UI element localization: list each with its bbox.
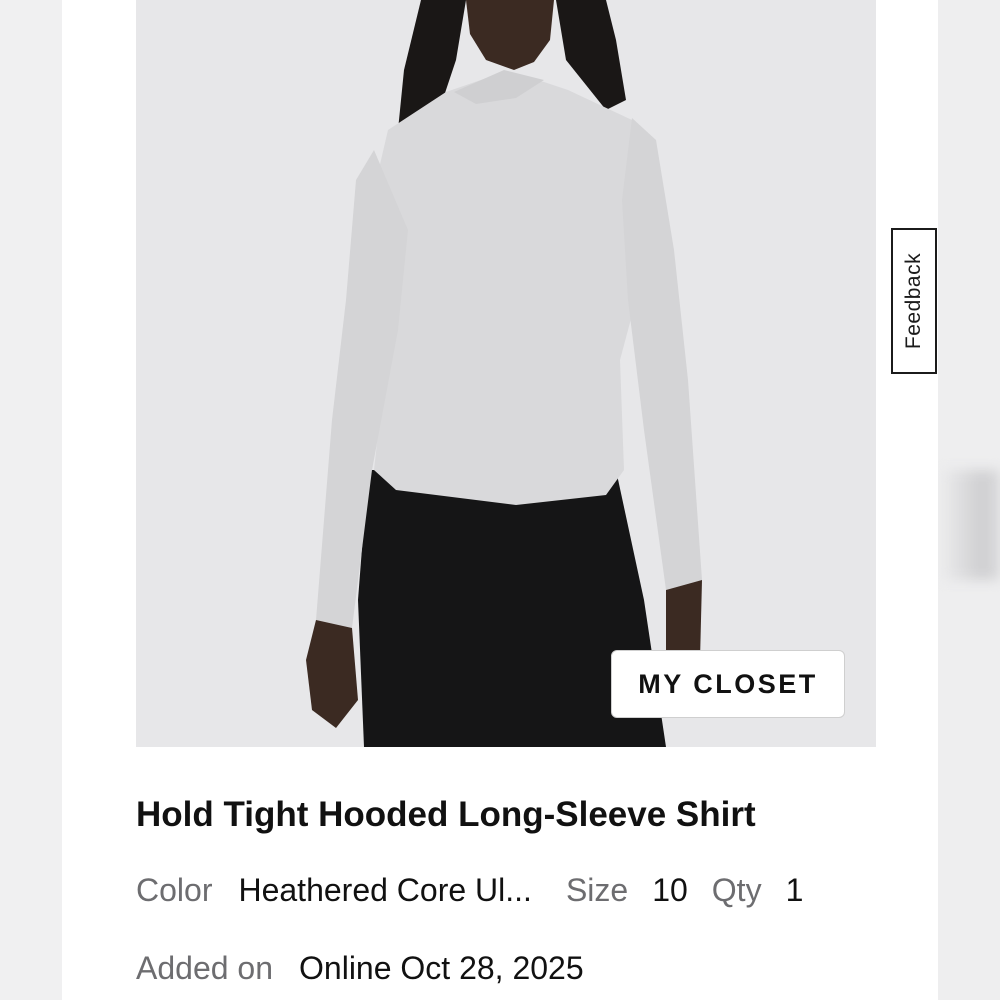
product-card[interactable]: MY CLOSET Feedback Hold Tight Hooded Lon… bbox=[62, 0, 938, 1000]
adjacent-card-shadow bbox=[938, 470, 1000, 580]
color-value: Heathered Core Ul... bbox=[238, 871, 532, 908]
product-meta-row: Color Heathered Core Ul... Size 10 Qty 1 bbox=[136, 870, 803, 910]
size-label: Size bbox=[565, 871, 629, 908]
added-on-row: Added on Online Oct 28, 2025 bbox=[136, 948, 584, 988]
size-value: 10 bbox=[652, 871, 688, 908]
page-background-left bbox=[0, 0, 62, 1000]
my-closet-badge[interactable]: MY CLOSET bbox=[611, 650, 845, 718]
added-on-label: Added on bbox=[136, 949, 274, 986]
feedback-button[interactable]: Feedback bbox=[891, 228, 937, 374]
color-label: Color bbox=[136, 871, 213, 908]
qty-label: Qty bbox=[711, 871, 762, 908]
model-photo bbox=[136, 0, 876, 747]
qty-value: 1 bbox=[785, 871, 804, 908]
added-on-value: Online Oct 28, 2025 bbox=[299, 949, 584, 986]
product-image[interactable]: MY CLOSET bbox=[136, 0, 876, 747]
feedback-label: Feedback bbox=[902, 252, 926, 350]
product-title[interactable]: Hold Tight Hooded Long-Sleeve Shirt bbox=[136, 795, 756, 835]
